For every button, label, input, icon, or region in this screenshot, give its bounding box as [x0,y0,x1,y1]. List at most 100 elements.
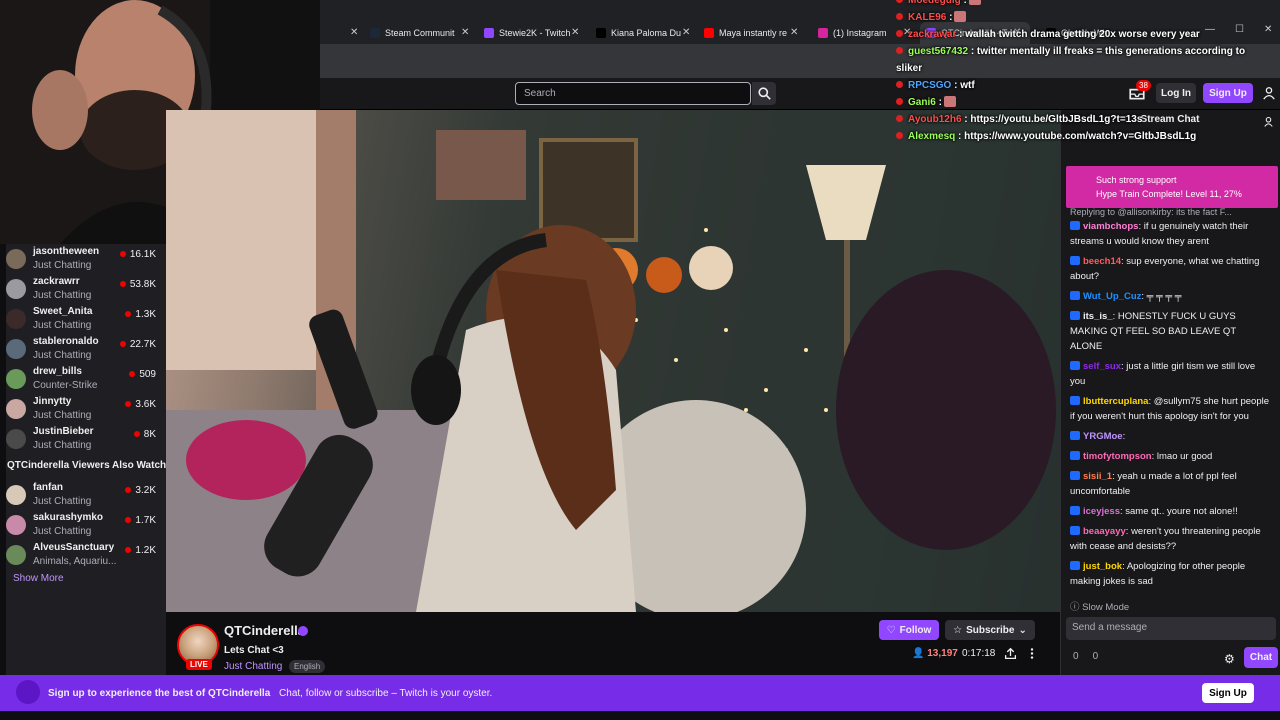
gear-icon[interactable]: ⚙ [1224,652,1236,666]
tab-close-icon[interactable]: ✕ [571,27,579,38]
sidebar-channel[interactable]: Jinnytty Just Chatting 3.6K [6,396,156,424]
chat-username[interactable]: its_is_ [1083,311,1113,322]
overlay-chat-line: Alexmesq : https://www.youtube.com/watch… [896,128,1260,145]
overlay-text: : [960,0,967,6]
user-icon[interactable] [1262,86,1276,100]
badge-icon [896,0,903,3]
chat-username[interactable]: just_bok [1083,561,1122,572]
tab-close-icon[interactable]: ✕ [682,27,690,38]
sidebar-channel[interactable]: drew_bills Counter-Strike 509 [6,366,156,394]
channel-name: AlveusSanctuary [33,542,115,553]
viewer-count: 3.6K [125,399,156,410]
badge-icon [1070,256,1080,265]
live-dot-icon [129,371,136,377]
channel-points[interactable]: 0 0 [1073,651,1098,662]
badge-icon [1070,451,1080,460]
banner-bold: Sign up to experience the best of QTCind… [48,688,271,699]
hype-line-2: Hype Train Complete! Level 11, 27% [1096,189,1242,199]
badge-icon [896,13,903,20]
chat-username[interactable]: self_sux [1083,361,1121,372]
bottom-strip [0,711,1280,720]
badge-icon [896,115,903,122]
category-link[interactable]: Just Chatting [224,661,282,672]
chat-username[interactable]: Wut_Up_Cuz [1083,291,1141,302]
heart-icon: ♡ [886,624,896,636]
channel-avatar [6,515,26,535]
channel-name: Sweet_Anita [33,306,93,317]
badge-icon [896,81,903,88]
sidebar-channel[interactable]: sakurashymko Just Chatting 1.7K [6,512,156,540]
chat-username[interactable]: viambchops [1083,221,1138,232]
overlay-text: : https://youtu.be/GltbJBsdL1g?t=13s [961,114,1143,125]
banner-signup-button[interactable]: Sign Up [1202,683,1254,703]
channel-game: Counter-Strike [33,380,98,391]
chat-username[interactable]: YRGMoe [1083,431,1123,442]
sidebar-channel[interactable]: Sweet_Anita Just Chatting 1.3K [6,306,156,334]
viewer-count-value: 16.1K [129,249,156,260]
viewer-count-value: 1.2K [135,545,156,556]
chat-messages: viambchops: if u genuinely watch their s… [1070,219,1270,594]
live-dot-icon [125,311,132,317]
live-dot-icon [119,341,126,347]
stream-title: Lets Chat <3 [224,645,284,656]
chat-users-icon[interactable] [1264,116,1276,128]
follow-button[interactable]: ♡ Follow [879,620,939,640]
channel-game: Animals, Aquariu... [33,556,117,567]
chat-message: beaayayy: weren't you threatening people… [1070,524,1270,554]
tab-close-icon[interactable]: ✕ [461,27,469,38]
sidebar-channel[interactable]: jasontheween Just Chatting 16.1K [6,246,156,274]
chat-username[interactable]: sisii_1 [1083,471,1112,482]
chat-username[interactable]: beech14 [1083,256,1121,267]
badge-icon [1070,471,1080,480]
chat-message-input[interactable]: Send a message [1066,617,1276,640]
viewer-count: 509 [129,369,156,380]
chat-message: viambchops: if u genuinely watch their s… [1070,219,1270,249]
browser-tab[interactable]: Stewie2K - Twitch [478,22,584,44]
overlay-username: guest567432 [908,46,969,57]
subscribe-button[interactable]: ☆ Subscribe ⌄ [945,620,1035,640]
overlay-chat-line: Ayoub12h6 : https://youtu.be/GltbJBsdL1g… [896,111,1260,128]
sidebar-channel[interactable]: fanfan Just Chatting 3.2K [6,482,156,510]
search-button[interactable] [752,82,776,105]
chat-username[interactable]: beaayayy [1083,526,1126,537]
tab-favicon-icon [704,28,714,38]
live-dot-icon [133,431,140,437]
badge-icon [1070,506,1080,515]
channel-name[interactable]: QTCinderella [224,623,305,638]
channel-game: Just Chatting [33,440,92,451]
chat-username[interactable]: lbuttercuplana [1083,396,1148,407]
chat-username[interactable]: iceyjess [1083,506,1120,517]
tab-close-icon[interactable]: ✕ [790,27,798,38]
tab-favicon-icon [596,28,606,38]
search-icon [757,87,771,100]
hype-train-banner[interactable]: Such strong support Hype Train Complete!… [1066,166,1278,208]
browser-tab[interactable]: Steam Communit [364,22,474,44]
emote-icon [954,11,967,22]
tab-label: (1) Instagram [833,28,887,38]
show-more-link[interactable]: Show More [13,573,64,584]
chat-username[interactable]: timofytompson [1083,451,1152,462]
sidebar-channel[interactable]: AlveusSanctuary Animals, Aquariu... 1.2K [6,542,156,570]
chat-send-button[interactable]: Chat [1244,647,1278,668]
window-close-icon[interactable]: ✕ [1264,24,1272,35]
subscribe-label: Subscribe [966,624,1015,636]
language-tag[interactable]: English [289,660,326,673]
video-player[interactable] [166,110,1060,612]
channel-game: Just Chatting [33,320,92,331]
sidebar-channel[interactable]: zackrawrr Just Chatting 53.8K [6,276,156,304]
overlay-chat-line: RPCSGO : wtf [896,77,1260,94]
share-icon[interactable] [1004,647,1017,660]
viewer-count: 53.8K [119,279,156,290]
viewer-count: 3.2K [125,485,156,496]
chat-message: self_sux: just a little girl tism we sti… [1070,359,1270,389]
channel-name: stableronaldo [33,336,99,347]
search-input[interactable]: Search [515,82,751,105]
sidebar-channel[interactable]: JustinBieber Just Chatting 8K [6,426,156,454]
channel-name: drew_bills [33,366,82,377]
tab-close-icon[interactable]: ✕ [350,27,358,38]
live-badge: LIVE [186,659,212,670]
overlay-text: : [935,97,942,108]
sidebar-channel[interactable]: stableronaldo Just Chatting 22.7K [6,336,156,364]
more-options-icon[interactable] [1028,647,1036,660]
browser-tab[interactable]: Kiana Paloma Du [590,22,692,44]
